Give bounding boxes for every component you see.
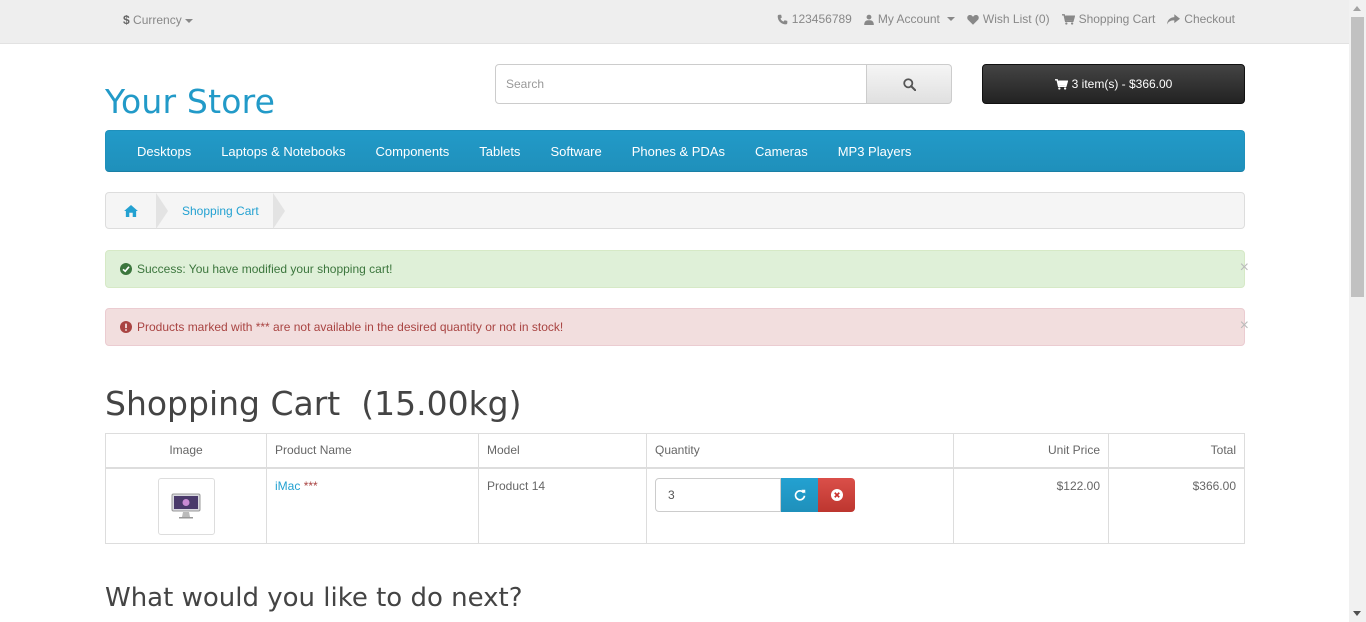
search-icon: [902, 77, 916, 91]
search-bar: [495, 64, 952, 104]
search-input[interactable]: [495, 64, 867, 104]
total-cell: $366.00: [1108, 467, 1245, 544]
column-header-product-name: Product Name: [266, 433, 479, 469]
wishlist-label: Wish List (0): [982, 12, 1050, 26]
page-scrollbar[interactable]: [1349, 0, 1366, 622]
menu-item-tablets[interactable]: Tablets: [464, 144, 535, 159]
store-logo[interactable]: Your Store: [105, 82, 275, 121]
breadcrumb: Shopping Cart: [105, 192, 1245, 229]
phone-icon: [777, 14, 788, 24]
shopping-cart-link[interactable]: Shopping Cart: [1061, 12, 1156, 26]
cart-summary-button[interactable]: 3 item(s) - $366.00: [982, 64, 1245, 104]
unit-price-cell: $122.00: [953, 467, 1109, 544]
scroll-up-arrow-icon[interactable]: [1353, 6, 1361, 11]
column-header-total: Total: [1108, 433, 1245, 469]
menu-item-components[interactable]: Components: [361, 144, 465, 159]
column-header-model: Model: [478, 433, 647, 469]
currency-dropdown[interactable]: $ Currency: [123, 13, 193, 27]
scrollbar-thumb[interactable]: [1351, 17, 1364, 297]
breadcrumb-home[interactable]: [106, 204, 156, 217]
breadcrumb-separator: [272, 192, 285, 229]
menu-item-mp3-players[interactable]: MP3 Players: [823, 144, 927, 159]
product-name-link[interactable]: iMac: [275, 479, 300, 493]
model-cell: Product 14: [478, 467, 647, 544]
currency-label: Currency: [133, 13, 182, 27]
next-steps-heading: What would you like to do next?: [105, 583, 523, 613]
caret-down-icon: [184, 18, 193, 23]
exclamation-circle-icon: [120, 321, 132, 333]
user-icon: [864, 14, 874, 25]
remove-item-button[interactable]: [818, 477, 855, 512]
table-header-row: Image Product Name Model Quantity Unit P…: [105, 433, 1245, 469]
quantity-group: [655, 477, 945, 512]
my-account-label: My Account: [877, 12, 940, 26]
currency-symbol: $: [123, 13, 130, 27]
menu-item-laptops-notebooks[interactable]: Laptops & Notebooks: [206, 144, 360, 159]
product-image-cell: [105, 467, 267, 544]
menu-item-software[interactable]: Software: [535, 144, 616, 159]
cart-icon: [1054, 78, 1068, 90]
product-name-cell: iMac ***: [266, 467, 479, 544]
menu-item-cameras[interactable]: Cameras: [740, 144, 823, 159]
top-bar: $ Currency 123456789 My Account Wish Lis…: [0, 0, 1349, 44]
page-title: Shopping Cart (15.00kg): [105, 384, 522, 423]
success-alert-text: Success: You have modified your shopping…: [137, 262, 393, 276]
breadcrumb-shopping-cart[interactable]: Shopping Cart: [182, 204, 259, 218]
danger-alert-text: Products marked with *** are not availab…: [137, 320, 564, 334]
imac-image: [171, 493, 201, 519]
quantity-cell: [646, 467, 954, 544]
column-header-quantity: Quantity: [646, 433, 954, 469]
share-icon: [1167, 13, 1181, 24]
column-header-image: Image: [105, 433, 267, 469]
phone-link[interactable]: 123456789: [777, 12, 852, 26]
cart-icon: [1061, 13, 1075, 25]
checkout-link[interactable]: Checkout: [1167, 12, 1235, 26]
cart-table: Image Product Name Model Quantity Unit P…: [105, 433, 1245, 544]
danger-alert: Products marked with *** are not availab…: [105, 308, 1249, 346]
update-quantity-button[interactable]: [781, 477, 818, 512]
table-row: iMac *** Product 14 $122.00 $366.00: [105, 467, 1245, 544]
shopping-cart-label: Shopping Cart: [1078, 12, 1156, 26]
product-thumbnail[interactable]: [157, 477, 215, 535]
heart-icon: [967, 14, 979, 25]
quantity-input[interactable]: [655, 477, 781, 512]
wishlist-link[interactable]: Wish List (0): [967, 12, 1050, 26]
column-header-unit-price: Unit Price: [953, 433, 1109, 469]
success-alert: Success: You have modified your shopping…: [105, 250, 1249, 288]
cart-summary-label: 3 item(s) - $366.00: [1071, 77, 1173, 91]
menu-item-desktops[interactable]: Desktops: [122, 144, 206, 159]
times-circle-icon: [830, 488, 843, 501]
checkout-label: Checkout: [1184, 12, 1235, 26]
out-of-stock-flag: ***: [303, 478, 318, 493]
home-icon: [124, 204, 138, 217]
top-links: 123456789 My Account Wish List (0) Shopp…: [777, 12, 1235, 26]
phone-number: 123456789: [791, 12, 852, 26]
refresh-icon: [794, 489, 805, 501]
caret-down-icon: [946, 17, 955, 21]
scroll-down-arrow-icon[interactable]: [1353, 611, 1361, 616]
close-alert-button[interactable]: ×: [1240, 259, 1249, 277]
my-account-dropdown[interactable]: My Account: [864, 12, 955, 26]
category-menu: Desktops Laptops & Notebooks Components …: [105, 130, 1245, 172]
breadcrumb-separator: [156, 192, 168, 229]
menu-item-phones-pdas[interactable]: Phones & PDAs: [617, 144, 740, 159]
close-alert-button[interactable]: ×: [1240, 317, 1249, 335]
check-circle-icon: [120, 263, 132, 275]
search-button[interactable]: [867, 64, 952, 104]
